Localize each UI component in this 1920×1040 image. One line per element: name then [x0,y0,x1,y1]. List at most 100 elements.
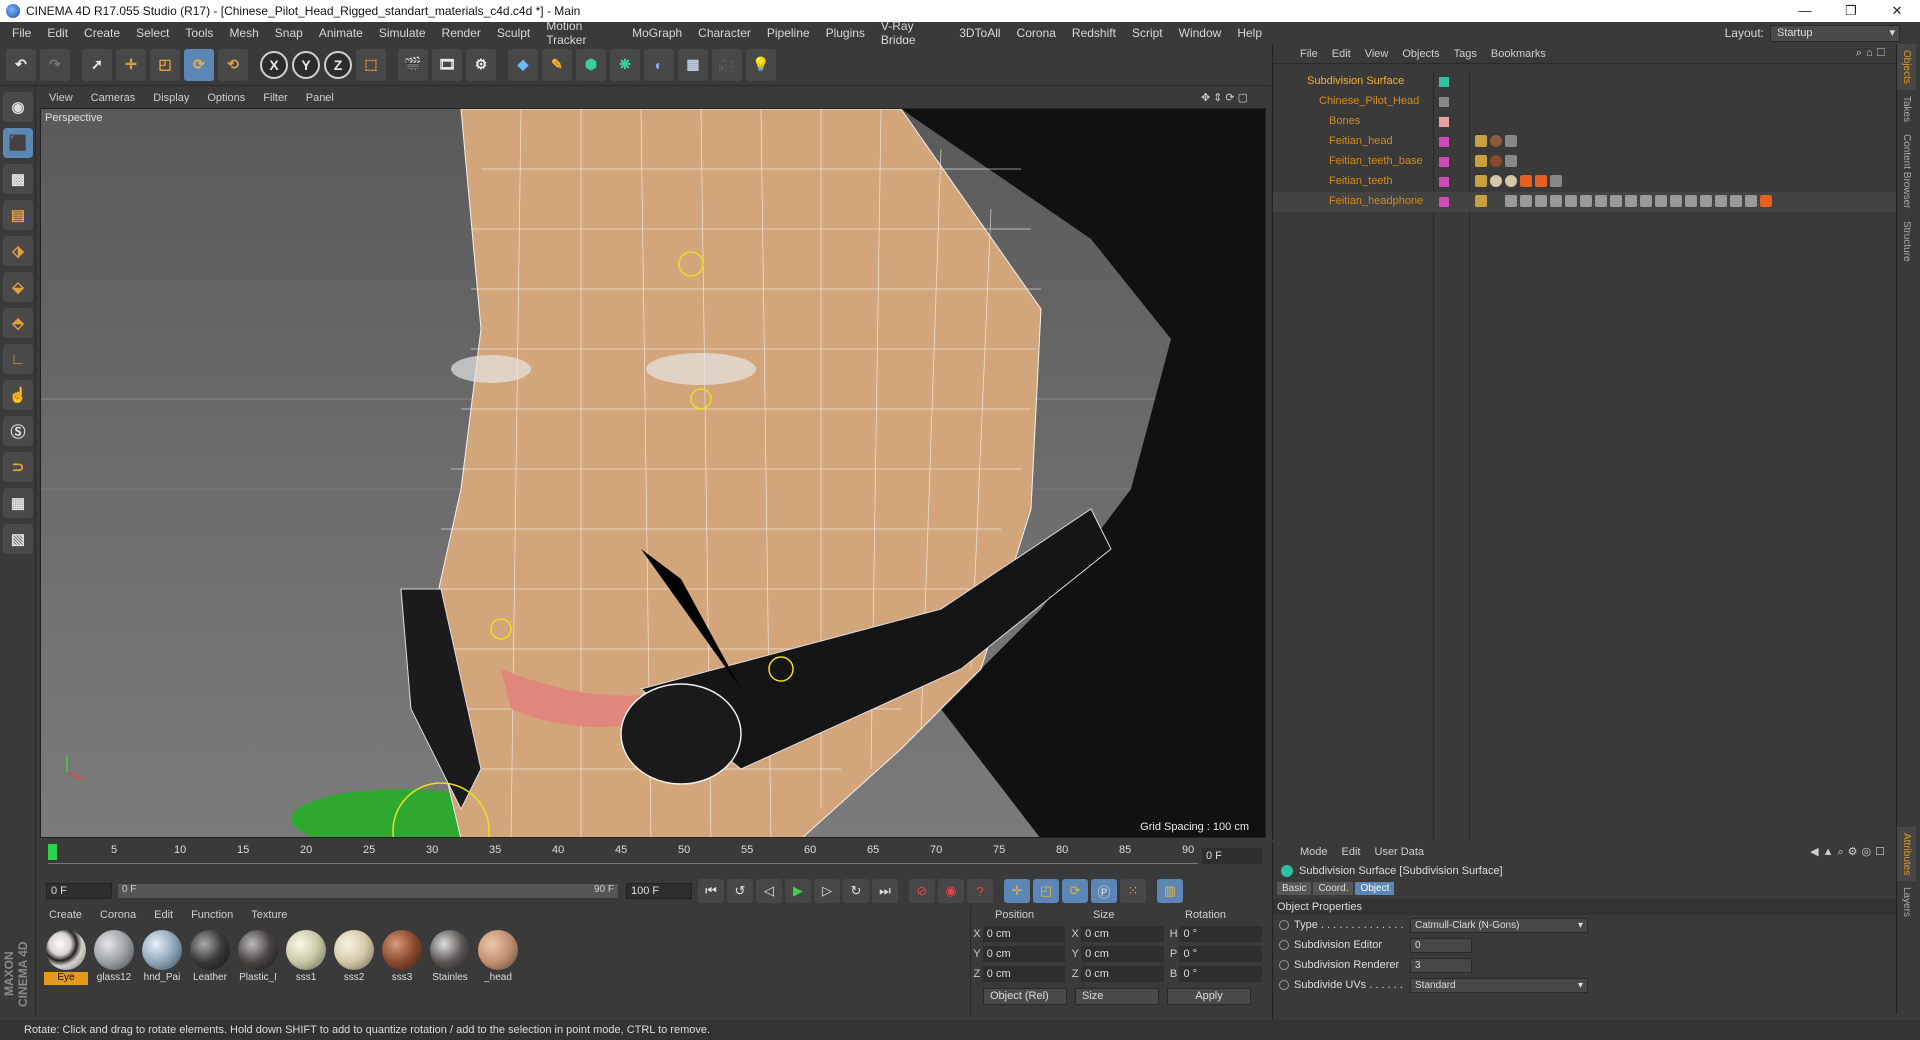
position-y-field[interactable]: 0 cm [982,946,1066,962]
attr-tab-basic[interactable]: Basic [1277,882,1312,895]
uvw-tag-icon[interactable] [1745,195,1757,207]
menu-animate[interactable]: Animate [311,26,371,40]
timeline-window-icon[interactable]: ▥ [1157,879,1183,903]
object-visibility-icon[interactable] [1439,77,1449,87]
viewport-menu-filter[interactable]: Filter [254,92,296,104]
skin-tag-icon[interactable] [1475,195,1487,207]
viewport-menu-panel[interactable]: Panel [297,92,343,104]
camera-icon[interactable]: 🎥 [712,48,742,81]
uvw-tag-icon[interactable] [1730,195,1742,207]
skin-tag-icon[interactable] [1475,175,1487,187]
skin-tag-icon[interactable] [1475,155,1487,167]
layer-color-icon[interactable] [1439,117,1449,127]
attr-menu-edit[interactable]: Edit [1335,846,1368,858]
uvw-tag-icon[interactable] [1670,195,1682,207]
uvw-tag-icon[interactable] [1640,195,1652,207]
material-swatch[interactable]: Plastic_I [236,930,280,985]
snapping-icon[interactable]: ⊃ [3,452,33,482]
scale-tool-icon[interactable]: ◰ [150,48,180,81]
points-mode-icon[interactable]: ⬗ [3,236,33,266]
uvw-tag-icon[interactable] [1505,155,1517,167]
rotation-h-field[interactable]: 0 ° [1179,926,1262,942]
menu-tools[interactable]: Tools [177,26,221,40]
material-menu-corona[interactable]: Corona [91,909,145,921]
uvw-tag-icon[interactable] [1550,195,1562,207]
size-mode-select[interactable]: Size [1075,988,1159,1005]
menu-mesh[interactable]: Mesh [221,26,266,40]
uvw-tag-icon[interactable] [1655,195,1667,207]
apply-button[interactable]: Apply [1167,988,1251,1005]
material-tag-icon[interactable] [1490,135,1502,147]
om-menu-tags[interactable]: Tags [1447,48,1484,60]
menu-character[interactable]: Character [690,26,759,40]
z-axis-lock-button[interactable]: Z [324,50,352,79]
material-swatch[interactable]: Eye [44,930,88,985]
tab-takes[interactable]: Takes [1897,90,1916,128]
menu-snap[interactable]: Snap [267,26,311,40]
menu-redshift[interactable]: Redshift [1064,26,1124,40]
record-rotation-icon[interactable]: ⟳ [1062,879,1088,903]
material-swatch[interactable]: Leather [188,930,232,985]
make-editable-icon[interactable]: ◉ [3,92,33,122]
menu-edit[interactable]: Edit [39,26,76,40]
layer-color-icon[interactable] [1439,197,1449,207]
previous-key-icon[interactable]: ↺ [727,879,753,903]
coordinate-mode-select[interactable]: Object (Rel) [983,988,1067,1005]
record-parameter-icon[interactable]: Ⓟ [1091,879,1117,903]
position-z-field[interactable]: 0 cm [982,966,1066,982]
menu-motion-tracker[interactable]: Motion Tracker [538,19,624,47]
material-tag-icon[interactable] [1505,175,1517,187]
size-x-field[interactable]: 0 cm [1081,926,1164,942]
object-row[interactable]: Feitian_head [1273,132,1897,152]
render-picture-viewer-icon[interactable]: 🎞 [432,48,462,81]
layout-select[interactable]: Startup [1770,24,1900,42]
subdivide-uvs-select[interactable]: Standard [1410,977,1588,993]
minimize-button[interactable]: — [1782,0,1828,22]
tab-structure[interactable]: Structure [1897,215,1916,268]
y-axis-lock-button[interactable]: Y [292,50,320,79]
next-frame-icon[interactable]: ▷ [814,879,840,903]
render-view-icon[interactable]: 🎬 [398,48,428,81]
material-swatch[interactable]: sss3 [380,930,424,985]
uvw-tag-icon[interactable] [1700,195,1712,207]
om-menu-objects[interactable]: Objects [1395,48,1446,60]
timeline-ruler[interactable]: 0 5 10 15 20 25 30 35 40 45 50 55 60 65 … [40,842,1266,876]
record-point-level-icon[interactable]: ⁙ [1120,879,1146,903]
material-swatch[interactable]: sss1 [284,930,328,985]
animate-radio[interactable] [1279,980,1289,990]
selection-tag-icon[interactable] [1520,175,1532,187]
rotation-b-field[interactable]: 0 ° [1179,966,1262,982]
record-active-objects-icon[interactable]: ⊘ [909,879,935,903]
material-menu-create[interactable]: Create [40,909,91,921]
uvw-tag-icon[interactable] [1550,175,1562,187]
material-tag-icon[interactable] [1490,155,1502,167]
position-x-field[interactable]: 0 cm [982,926,1066,942]
light-icon[interactable]: 💡 [746,48,776,81]
om-menu-bookmarks[interactable]: Bookmarks [1484,48,1553,60]
pen-spline-icon[interactable]: ✎ [542,48,572,81]
selection-tag-icon[interactable] [1535,175,1547,187]
menu-vray-bridge[interactable]: V-Ray Bridge [873,19,951,47]
render-settings-icon[interactable]: ⚙ [466,48,496,81]
playhead[interactable] [48,844,57,860]
om-menu-view[interactable]: View [1358,48,1396,60]
menu-select[interactable]: Select [128,26,177,40]
size-z-field[interactable]: 0 cm [1081,966,1164,982]
viewport-menu-view[interactable]: View [40,92,82,104]
record-scale-icon[interactable]: ◰ [1033,879,1059,903]
viewport-menu-options[interactable]: Options [198,92,254,104]
animate-radio[interactable] [1279,920,1289,930]
close-button[interactable]: ✕ [1874,0,1920,22]
subdivision-generator-icon[interactable]: ⬢ [576,48,606,81]
autokeying-icon[interactable]: ◉ [938,879,964,903]
menu-pipeline[interactable]: Pipeline [759,26,818,40]
undo-icon[interactable]: ↶ [6,48,36,81]
goto-end-icon[interactable]: ⏭ [872,879,898,903]
material-swatch[interactable]: _head [476,930,520,985]
uvw-tag-icon[interactable] [1505,195,1517,207]
tab-content-browser[interactable]: Content Browser [1897,128,1916,214]
uvw-tag-icon[interactable] [1625,195,1637,207]
skin-tag-icon[interactable] [1475,135,1487,147]
object-row[interactable]: Feitian_teeth [1273,172,1897,192]
object-row[interactable]: Subdivision Surface [1273,72,1897,92]
